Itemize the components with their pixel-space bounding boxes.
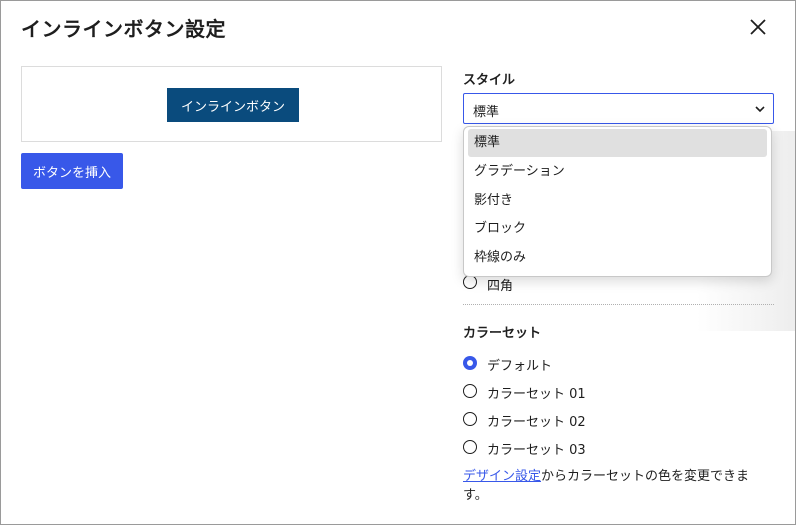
color-set-radio-02[interactable] (463, 412, 477, 426)
color-set-radio-02-label: カラーセット 02 (487, 415, 586, 430)
style-option-standard[interactable]: 標準 (468, 129, 767, 157)
style-select-value: 標準 (473, 105, 500, 120)
color-set-radio-01-label: カラーセット 01 (487, 387, 586, 402)
color-set-radio-default-label: デフォルト (487, 359, 553, 374)
shape-radio-square-label: 四角 (487, 279, 514, 294)
color-set-radio-03-label: カラーセット 03 (487, 443, 586, 458)
preview-inline-button: インラインボタン (167, 88, 299, 122)
design-settings-link[interactable]: デザイン設定 (463, 469, 541, 484)
style-option-block[interactable]: ブロック (468, 215, 767, 243)
button-preview-area: インラインボタン (21, 66, 442, 142)
style-option-gradient[interactable]: グラデーション (468, 158, 767, 186)
color-set-label: カラーセット (463, 326, 542, 341)
color-set-radio-default[interactable] (463, 356, 477, 370)
section-divider (463, 304, 774, 305)
style-label: スタイル (463, 73, 516, 88)
chevron-down-icon (755, 106, 765, 113)
color-set-help-text: デザイン設定からカラーセットの色を変更できます。 (463, 467, 763, 505)
dialog-title: インラインボタン設定 (21, 17, 226, 41)
style-option-outline[interactable]: 枠線のみ (468, 244, 767, 272)
style-dropdown-menu: 標準 グラデーション 影付き ブロック 枠線のみ (463, 126, 772, 277)
dialog: インラインボタン設定 インラインボタン ボタンを挿入 スタイル 標準 四角 カラ… (0, 0, 796, 525)
style-option-shadow[interactable]: 影付き (468, 187, 767, 215)
style-select[interactable]: 標準 (463, 93, 774, 124)
insert-button[interactable]: ボタンを挿入 (21, 153, 123, 189)
color-set-radio-03[interactable] (463, 440, 477, 454)
color-set-radio-01[interactable] (463, 384, 477, 398)
shape-radio-square[interactable] (463, 275, 477, 289)
